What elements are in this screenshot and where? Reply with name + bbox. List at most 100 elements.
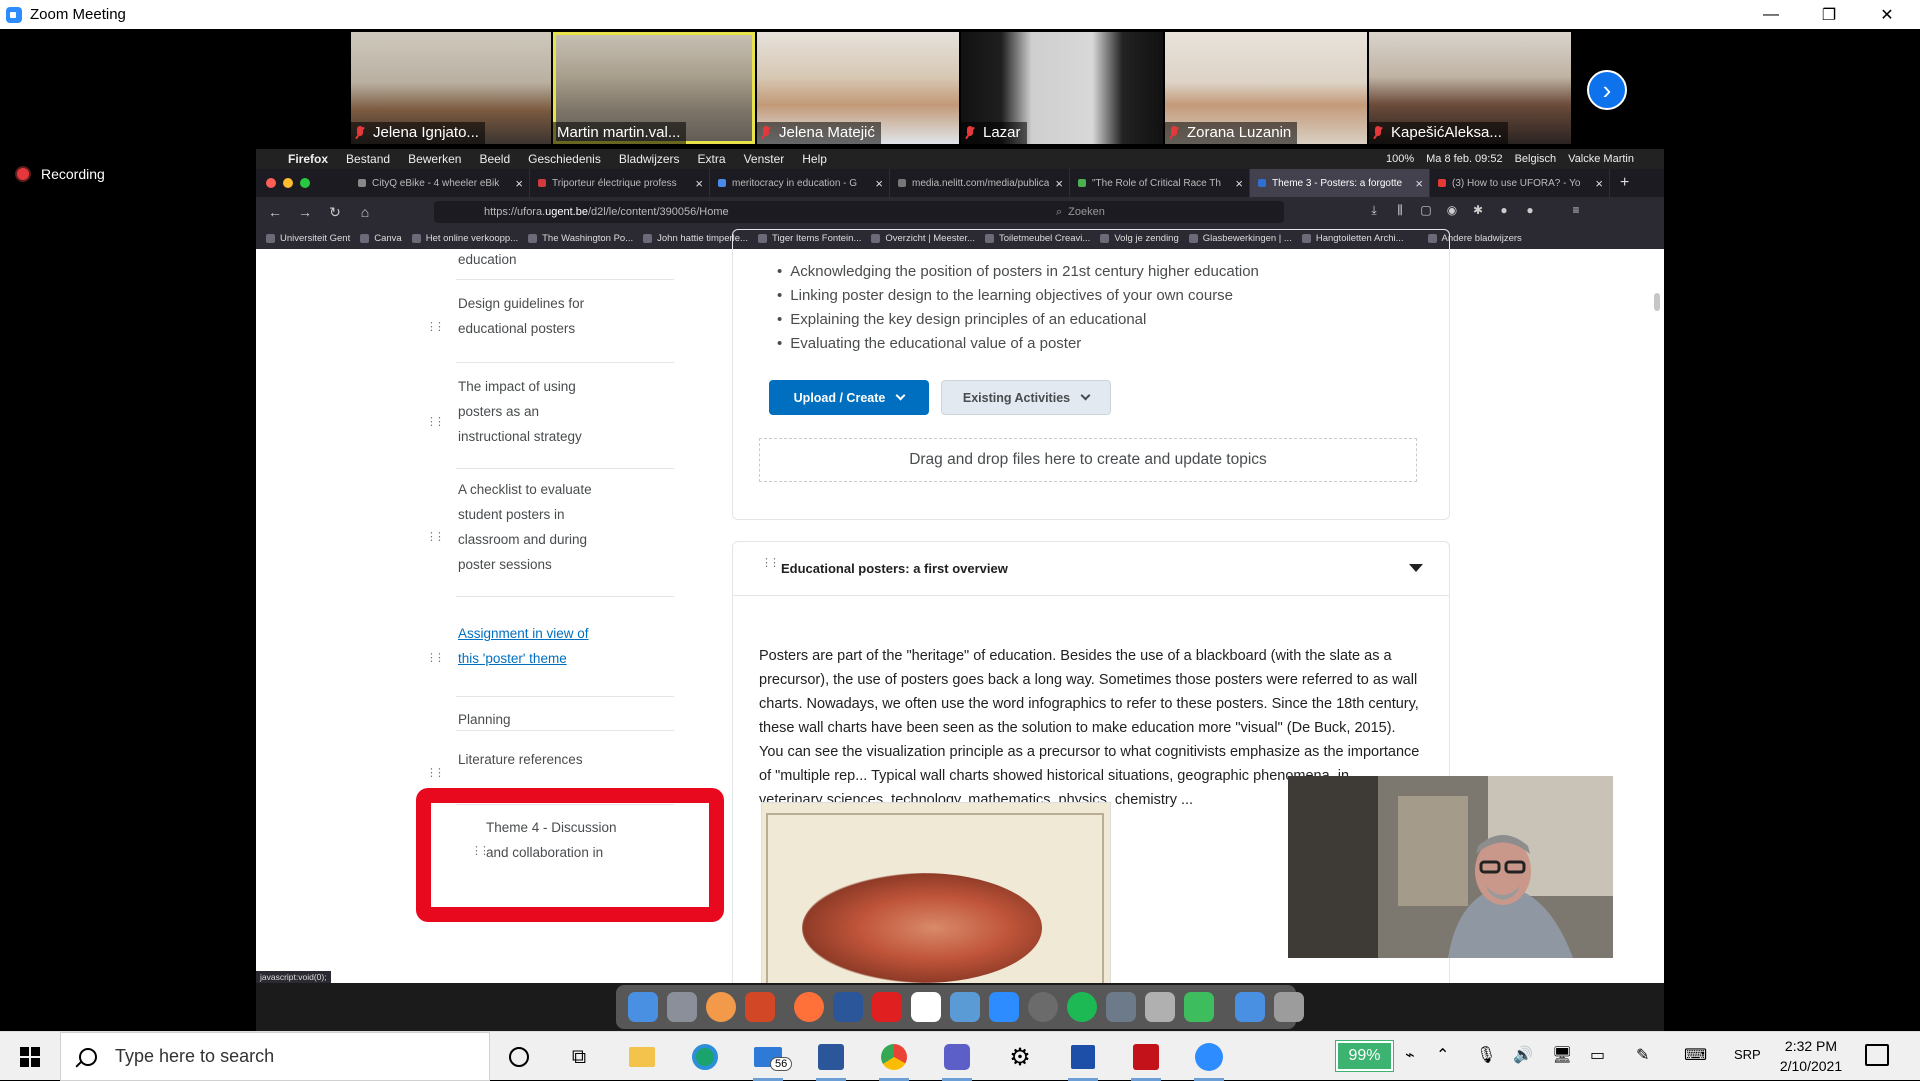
account-icon[interactable]: ◉ — [1439, 203, 1465, 218]
cortana-icon[interactable] — [502, 1040, 536, 1074]
browser-tab[interactable]: media.nelitt.com/media/publicati × — [890, 169, 1070, 197]
menu-bookmarks[interactable]: Bladwijzers — [619, 152, 680, 166]
zoom-window-icon[interactable] — [300, 178, 310, 188]
tab-close-icon[interactable]: × — [695, 176, 703, 191]
calendar-icon[interactable] — [911, 992, 941, 1022]
toc-item-label[interactable]: Assignment in view of this 'poster' them… — [458, 621, 593, 671]
extension-icon[interactable]: ✱ — [1465, 203, 1491, 218]
battery-icon[interactable]: ▭ — [1590, 1045, 1605, 1065]
participant-tile[interactable]: Zorana Luzanin — [1165, 32, 1367, 144]
preview-icon[interactable] — [1106, 992, 1136, 1022]
menu-help[interactable]: Help — [802, 152, 827, 166]
menu-tools[interactable]: Extra — [698, 152, 726, 166]
recording-indicator[interactable]: Recording — [17, 166, 105, 182]
word-icon[interactable] — [814, 1040, 848, 1081]
taskbar-clock[interactable]: 2:32 PM 2/10/2021 — [1768, 1036, 1854, 1076]
taskbar-search[interactable]: Type here to search — [60, 1032, 490, 1081]
drag-handle-icon[interactable] — [426, 410, 442, 435]
acrobat-icon[interactable] — [872, 992, 902, 1022]
network-icon[interactable]: 🖥 — [1552, 1045, 1572, 1065]
tab-close-icon[interactable]: × — [1055, 176, 1063, 191]
participant-tile[interactable]: Lazar — [961, 32, 1163, 144]
teams-icon[interactable] — [940, 1040, 974, 1081]
menu-window[interactable]: Venster — [744, 152, 785, 166]
scrollbar-thumb[interactable] — [1654, 293, 1660, 311]
browser-search-input[interactable]: ⌕ Zoeken — [1048, 201, 1284, 223]
bookmark-item[interactable]: Het online verkoopp... — [411, 233, 518, 244]
zoom-app-icon[interactable] — [1192, 1040, 1226, 1081]
new-tab-icon[interactable]: + — [1620, 174, 1629, 192]
downloads-folder-icon[interactable] — [1235, 992, 1265, 1022]
tab-close-icon[interactable]: × — [875, 176, 883, 191]
spotify-icon[interactable] — [1067, 992, 1097, 1022]
minimize-button[interactable]: — — [1742, 0, 1800, 29]
input-language[interactable]: SRP — [1734, 1047, 1761, 1062]
start-button[interactable] — [0, 1032, 60, 1081]
drag-handle-icon[interactable] — [426, 315, 442, 340]
toc-item[interactable]: Planning — [456, 707, 674, 731]
photos-icon[interactable] — [706, 992, 736, 1022]
browser-tab[interactable]: meritocracy in education - G × — [710, 169, 890, 197]
settings-icon[interactable]: ⚙ — [1003, 1040, 1037, 1074]
zoom-app-icon[interactable] — [989, 992, 1019, 1022]
word-icon[interactable] — [833, 992, 863, 1022]
tab-close-icon[interactable]: × — [1415, 176, 1423, 191]
bookmark-item[interactable]: The Washington Po... — [528, 233, 633, 244]
browser-tab[interactable]: (3) How to use UFORA? - Yo × — [1430, 169, 1610, 197]
download-icon[interactable]: ⤓ — [1361, 203, 1387, 218]
library-icon[interactable]: ⫼ — [1387, 203, 1413, 218]
toc-item[interactable]: education — [456, 247, 674, 280]
caret-down-icon[interactable] — [1409, 564, 1423, 572]
mail-icon[interactable] — [950, 992, 980, 1022]
menu-icon[interactable]: ≡ — [1563, 203, 1589, 218]
browser-tab[interactable]: "The Role of Critical Race Th × — [1070, 169, 1250, 197]
gallery-next-button[interactable]: › — [1587, 70, 1627, 110]
toc-item[interactable]: A checklist to evaluate student posters … — [426, 477, 674, 597]
save-icon[interactable] — [1066, 1040, 1100, 1081]
existing-activities-button[interactable]: Existing Activities — [941, 380, 1111, 415]
launchpad-icon[interactable] — [667, 992, 697, 1022]
tab-close-icon[interactable]: × — [1235, 176, 1243, 191]
acrobat-icon[interactable] — [1129, 1040, 1163, 1081]
toc-item[interactable]: Design guidelines for educational poster… — [426, 291, 674, 363]
participant-tile[interactable]: Jelena Matejić — [757, 32, 959, 144]
chrome-icon[interactable] — [877, 1040, 911, 1081]
browser-tab[interactable]: Triporteur électrique profess × — [530, 169, 710, 197]
drag-handle-icon[interactable] — [426, 525, 442, 550]
url-bar[interactable]: https://ufora. ugent.be/d2l/le/content/39… — [434, 201, 1134, 223]
volume-icon[interactable]: 🔊 — [1513, 1045, 1533, 1065]
toc-item-assignment[interactable]: Assignment in view of this 'poster' them… — [426, 621, 674, 697]
drag-handle-icon[interactable] — [761, 556, 777, 576]
system-preferences-icon[interactable] — [1028, 992, 1058, 1022]
notes-icon[interactable] — [1145, 992, 1175, 1022]
sidebar-icon[interactable]: ▢ — [1413, 203, 1439, 218]
chevron-up-icon[interactable]: ⌃ — [1436, 1045, 1449, 1065]
powerpoint-icon[interactable] — [745, 992, 775, 1022]
edge-icon[interactable] — [688, 1040, 722, 1074]
minimize-window-icon[interactable] — [283, 178, 293, 188]
finder-icon[interactable] — [628, 992, 658, 1022]
firefox-icon[interactable] — [794, 992, 824, 1022]
microphone-icon[interactable]: 🎙 — [1476, 1045, 1496, 1065]
topic-header[interactable]: Educational posters: a first overview — [733, 542, 1449, 596]
drag-handle-icon[interactable] — [426, 761, 442, 786]
file-explorer-icon[interactable] — [625, 1040, 659, 1074]
participant-tile[interactable]: KapešićAleksa... — [1369, 32, 1571, 144]
close-button[interactable]: ✕ — [1858, 0, 1916, 29]
extension-icon[interactable]: ● — [1517, 203, 1543, 218]
bookmark-item[interactable]: Universiteit Gent — [266, 233, 350, 244]
numbers-icon[interactable] — [1184, 992, 1214, 1022]
tab-close-icon[interactable]: × — [515, 176, 523, 191]
reload-icon[interactable]: ↻ — [322, 204, 348, 221]
participant-tile-active-speaker[interactable]: Martin martin.val... — [553, 32, 755, 144]
back-icon[interactable]: ← — [262, 204, 288, 220]
browser-tab-active[interactable]: Theme 3 - Posters: a forgotte × — [1250, 169, 1430, 197]
home-icon[interactable]: ⌂ — [352, 204, 378, 220]
menu-view[interactable]: Beeld — [479, 152, 510, 166]
forward-icon[interactable]: → — [292, 204, 318, 220]
trash-icon[interactable] — [1274, 992, 1304, 1022]
keyboard-icon[interactable]: ⌨ — [1684, 1045, 1707, 1065]
upload-create-button[interactable]: Upload / Create — [769, 380, 929, 415]
menu-history[interactable]: Geschiedenis — [528, 152, 601, 166]
extension-icon[interactable]: ● — [1491, 203, 1517, 218]
